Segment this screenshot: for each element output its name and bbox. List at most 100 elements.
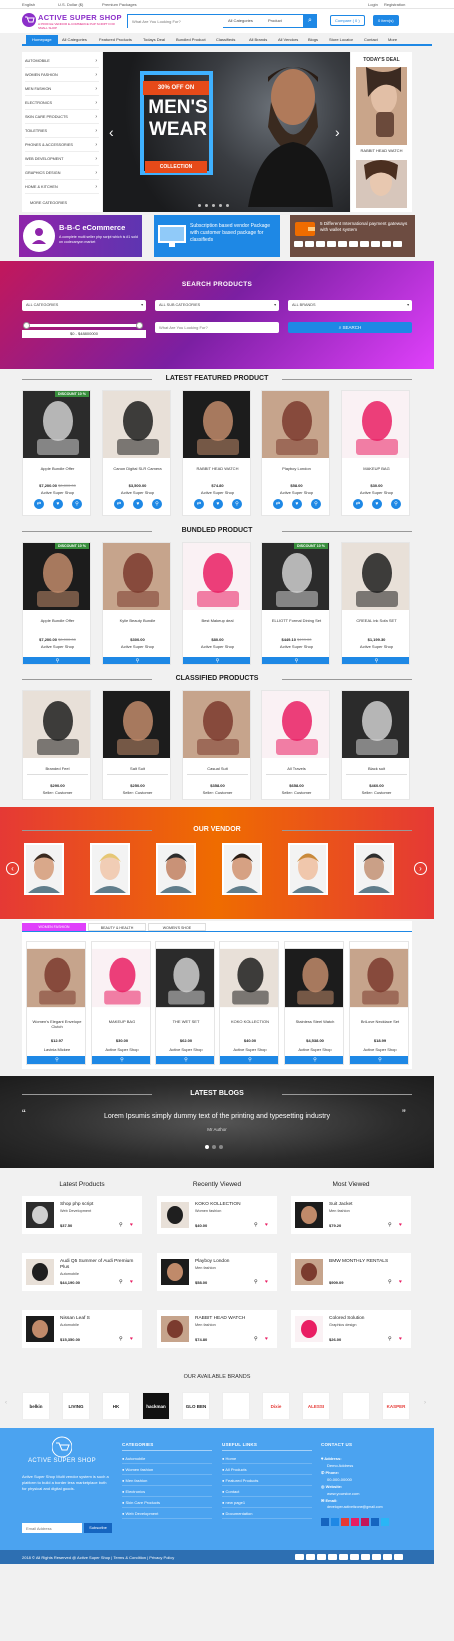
footer-category-link[interactable]: ● Women fashion xyxy=(122,1467,153,1472)
product-image[interactable] xyxy=(342,543,409,610)
product-name[interactable]: Stainless Steel Watch xyxy=(285,1019,343,1024)
premium-link[interactable]: Premium Packages xyxy=(102,2,137,7)
all-subcategories-select[interactable]: ALL SUB CATEGORIES ▾ xyxy=(155,300,279,311)
list-item[interactable]: Suit Jacket Men fashion $79.20 ⚲ ♥ xyxy=(291,1196,411,1234)
search-input[interactable] xyxy=(128,15,223,28)
wishlist-icon[interactable]: ♥ xyxy=(372,499,382,509)
product-image[interactable] xyxy=(350,942,408,1014)
product-seller[interactable]: Active Super Shop xyxy=(103,644,170,649)
footer-useful-link[interactable]: ● Documentation xyxy=(222,1511,252,1516)
vendor-card[interactable] xyxy=(354,843,394,895)
product-image[interactable] xyxy=(342,691,409,758)
product-name[interactable]: MAKEUP BAG xyxy=(342,466,409,471)
product-image[interactable] xyxy=(183,391,250,458)
nav-brands[interactable]: All Brands xyxy=(249,37,267,42)
twitter-icon[interactable] xyxy=(331,1518,339,1526)
product-image[interactable] xyxy=(23,543,90,610)
nav-more[interactable]: More xyxy=(388,37,397,42)
product-card[interactable]: CREEAL ink Sofa SET $1,199.30 Active Super… xyxy=(341,542,410,665)
product-image[interactable] xyxy=(183,543,250,610)
product-name[interactable]: Apple Bundle Offer xyxy=(23,618,90,623)
category-item[interactable]: PHONES & ACCESSORIES › xyxy=(25,138,99,152)
list-item-name[interactable]: Playboy London xyxy=(195,1259,275,1265)
add-to-cart-button[interactable]: ⚲ xyxy=(262,657,329,664)
slider-dots[interactable] xyxy=(198,203,233,209)
nav-blogs[interactable]: Blogs xyxy=(308,37,318,42)
add-to-cart-button[interactable]: ⚲ xyxy=(285,1056,343,1064)
cart-icon[interactable]: ⚲ xyxy=(254,1336,258,1342)
pinterest-icon[interactable] xyxy=(351,1518,359,1526)
price-slider-handle-max[interactable] xyxy=(136,322,143,329)
price-slider-handle-min[interactable] xyxy=(23,322,30,329)
compare-icon[interactable]: ⇄ xyxy=(34,499,44,509)
product-image[interactable] xyxy=(103,691,170,758)
list-item-image[interactable] xyxy=(295,1259,323,1285)
product-image[interactable] xyxy=(262,691,329,758)
category-item[interactable]: GRAPHICS DESIGN › xyxy=(25,166,99,180)
search-products-input[interactable] xyxy=(155,322,279,333)
product-name[interactable]: Best Makeup deal xyxy=(183,618,250,623)
nav-homepage[interactable]: Homepage xyxy=(26,35,58,44)
product-image[interactable] xyxy=(262,543,329,610)
footer-category-link[interactable]: ● Web Development xyxy=(122,1511,158,1516)
product-card[interactable]: DISCOUNT 10 % Apple Bundle Offer $7,200.00… xyxy=(22,542,91,665)
product-name[interactable]: Salt Suit xyxy=(103,766,170,771)
product-card[interactable]: DISCOUNT 10 % ELLIOTT Formal Dining Set $4… xyxy=(261,542,330,665)
nav-vendors[interactable]: All Vendors xyxy=(278,37,298,42)
nav-classifieds[interactable]: Classifieds xyxy=(216,37,235,42)
cart-icon[interactable]: ⚲ xyxy=(311,499,321,509)
deal-product-name[interactable]: RABBIT HEAD WATCH xyxy=(351,148,412,153)
product-seller[interactable]: Seller: Customer xyxy=(342,790,409,795)
add-to-cart-button[interactable]: ⚲ xyxy=(183,657,250,664)
heart-icon[interactable]: ♥ xyxy=(130,1336,133,1342)
brand-logo[interactable] xyxy=(342,1392,370,1420)
tab-womens-shoe[interactable]: WOMEN'S SHOE xyxy=(148,923,206,931)
list-item-name[interactable]: Audi Q5 Summer of Audi Premium Plus xyxy=(60,1259,140,1271)
footer-category-link[interactable]: ● Men fashion xyxy=(122,1478,147,1483)
nav-contact[interactable]: Contact xyxy=(364,37,378,42)
heart-icon[interactable]: ♥ xyxy=(265,1279,268,1285)
category-item[interactable]: WOMEN FASHION › xyxy=(25,68,99,82)
list-item-name[interactable]: RABBIT HEAD WATCH xyxy=(195,1316,275,1322)
category-item[interactable]: ELECTRONICS › xyxy=(25,96,99,110)
product-image[interactable] xyxy=(103,391,170,458)
product-card[interactable]: All Travels $658.00 Seller: Customer xyxy=(261,690,330,800)
product-image[interactable] xyxy=(23,691,90,758)
product-card[interactable]: Canon Digital SLR Camera $3,500.00 Active … xyxy=(102,390,171,516)
footer-useful-link[interactable]: ● Home xyxy=(222,1456,236,1461)
footer-category-link[interactable]: ● Electronics xyxy=(122,1489,145,1494)
heart-icon[interactable]: ♥ xyxy=(399,1222,402,1228)
product-seller[interactable]: Active Super Shop xyxy=(262,490,329,495)
brand-logo[interactable]: Dixie xyxy=(262,1392,290,1420)
category-item[interactable]: TOILETRIES › xyxy=(25,124,99,138)
compare-icon[interactable]: ⇄ xyxy=(194,499,204,509)
brand-logo[interactable] xyxy=(222,1392,250,1420)
wishlist-icon[interactable]: ♥ xyxy=(133,499,143,509)
list-item[interactable]: Colored Solution Graphics design $26.00 … xyxy=(291,1310,411,1348)
list-item-name[interactable]: BMW MONTHLY RENTALS xyxy=(329,1259,409,1265)
product-name[interactable]: THE WET SET xyxy=(156,1019,214,1024)
cart-icon[interactable]: ⚲ xyxy=(391,499,401,509)
list-item-image[interactable] xyxy=(26,1316,54,1342)
heart-icon[interactable]: ♥ xyxy=(399,1279,402,1285)
deal-product-image-2[interactable] xyxy=(356,160,407,208)
cart-icon[interactable]: ⚲ xyxy=(254,1222,258,1228)
product-name[interactable]: All Travels xyxy=(262,766,329,771)
promo-banner-subscription[interactable]: Subscription based vendor Package with c… xyxy=(154,215,280,257)
vendor-card[interactable] xyxy=(24,843,64,895)
list-item-name[interactable]: Colored Solution xyxy=(329,1316,409,1322)
product-card[interactable]: MAKEUP BAG $30.00 Active Super Shop ⚲ xyxy=(91,941,151,1065)
email-value[interactable]: developer.activeitzone@gmail.com xyxy=(327,1505,383,1509)
product-image[interactable] xyxy=(342,391,409,458)
product-name[interactable]: Canon Digital SLR Camera xyxy=(103,466,170,471)
product-name[interactable]: KOKO KOLLECTION xyxy=(220,1019,278,1024)
list-item-name[interactable]: KOKO KOLLECTION xyxy=(195,1202,275,1208)
product-name[interactable]: Black suit xyxy=(342,766,409,771)
list-item[interactable]: Audi Q5 Summer of Audi Premium Plus Auto… xyxy=(22,1253,142,1291)
footer-useful-link[interactable]: ● Contact xyxy=(222,1489,239,1494)
category-item[interactable]: WEB DEVELOPMENT › xyxy=(25,152,99,166)
product-seller[interactable]: Active Super Shop xyxy=(92,1047,150,1052)
all-categories-select[interactable]: ALL CATEGORIES ▾ xyxy=(22,300,146,311)
brand-logo[interactable]: KASPER xyxy=(382,1392,410,1420)
product-name[interactable]: MAKEUP BAG xyxy=(92,1019,150,1024)
